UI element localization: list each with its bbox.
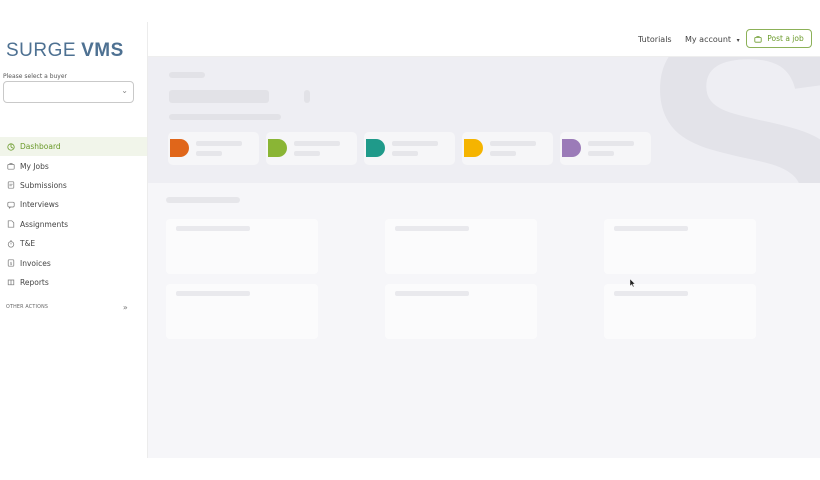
skeleton-stat-label bbox=[490, 151, 516, 156]
skeleton-widget-title bbox=[614, 226, 688, 231]
widget-card bbox=[385, 219, 537, 274]
briefcase-icon bbox=[754, 35, 762, 43]
widget-card bbox=[385, 284, 537, 339]
document-icon bbox=[7, 181, 15, 190]
my-account-label: My account bbox=[685, 35, 732, 44]
sidebar-item-label: Dashboard bbox=[20, 142, 61, 152]
sidebar-item-assignments[interactable]: Assignments bbox=[0, 215, 147, 234]
skeleton-stat-value bbox=[392, 141, 438, 146]
skeleton-stat-value bbox=[588, 141, 634, 146]
stat-card[interactable] bbox=[560, 132, 651, 165]
buyer-select-label: Please select a buyer bbox=[3, 73, 68, 80]
briefcase-icon bbox=[7, 162, 15, 170]
skeleton-greeting-line bbox=[169, 72, 205, 78]
chat-icon bbox=[7, 201, 15, 209]
skeleton-title-block bbox=[169, 90, 269, 103]
skeleton-stat-value bbox=[490, 141, 536, 146]
stat-card-color-tab bbox=[562, 139, 581, 157]
svg-text:$: $ bbox=[10, 261, 13, 267]
chevron-down-icon: ⌄ bbox=[121, 86, 128, 95]
widget-card bbox=[604, 219, 756, 274]
sidebar-item-interviews[interactable]: Interviews bbox=[0, 195, 147, 214]
sidebar-item-label: Interviews bbox=[20, 200, 59, 210]
sidebar-item-reports[interactable]: Reports bbox=[0, 273, 147, 292]
skeleton-widget-title bbox=[614, 291, 688, 296]
sidebar-item-label: Submissions bbox=[20, 180, 67, 190]
top-bar: Tutorials My account ▾ Post a job bbox=[148, 22, 820, 57]
dashboard-icon bbox=[7, 143, 15, 151]
my-account-menu[interactable]: My account ▾ bbox=[685, 35, 740, 44]
skeleton-section-heading bbox=[166, 197, 240, 203]
widget-card bbox=[166, 219, 318, 274]
stat-card[interactable] bbox=[168, 132, 259, 165]
post-job-label: Post a job bbox=[767, 34, 804, 43]
sidebar-item-label: Invoices bbox=[20, 258, 51, 268]
stat-card-color-tab bbox=[366, 139, 385, 157]
sidebar-nav: Dashboard My Jobs Submissions Interviews… bbox=[0, 137, 147, 292]
skeleton-subtitle-line bbox=[169, 114, 281, 120]
widget-card bbox=[604, 284, 756, 339]
skeleton-stat-label bbox=[196, 151, 222, 156]
brand-watermark: S bbox=[640, 57, 820, 183]
sidebar-item-label: Reports bbox=[20, 277, 49, 287]
post-job-button[interactable]: Post a job bbox=[746, 29, 812, 48]
other-actions-toggle[interactable]: OTHER ACTIONS » bbox=[6, 303, 128, 312]
stat-card-color-tab bbox=[170, 139, 189, 157]
report-icon bbox=[7, 278, 15, 286]
sidebar-item-invoices[interactable]: $ Invoices bbox=[0, 253, 147, 272]
stat-card[interactable] bbox=[266, 132, 357, 165]
sidebar-item-label: My Jobs bbox=[20, 161, 49, 171]
stopwatch-icon bbox=[7, 240, 15, 248]
sidebar-item-dashboard[interactable]: Dashboard bbox=[0, 137, 147, 157]
dashboard-widgets bbox=[148, 183, 820, 458]
sidebar: SURGE VMS Please select a buyer ⌄ Dashboa… bbox=[0, 22, 148, 458]
sidebar-item-t-and-e[interactable]: T&E bbox=[0, 234, 147, 253]
mouse-cursor-icon bbox=[630, 279, 636, 287]
sidebar-item-label: Assignments bbox=[20, 219, 69, 229]
widget-card bbox=[166, 284, 318, 339]
stat-card[interactable] bbox=[462, 132, 553, 165]
caret-down-icon: ▾ bbox=[736, 37, 740, 44]
stat-card-color-tab bbox=[268, 139, 287, 157]
skeleton-widget-title bbox=[176, 291, 250, 296]
other-actions-label: OTHER ACTIONS bbox=[6, 305, 49, 310]
skeleton-stat-value bbox=[294, 141, 340, 146]
tutorials-link[interactable]: Tutorials bbox=[638, 35, 672, 44]
logo-text-light: SURGE bbox=[6, 40, 77, 61]
surge-vms-logo[interactable]: SURGE VMS bbox=[6, 40, 124, 62]
logo-text-bold: VMS bbox=[81, 40, 124, 61]
sidebar-item-submissions[interactable]: Submissions bbox=[0, 176, 147, 195]
buyer-select[interactable]: ⌄ bbox=[3, 81, 134, 103]
skeleton-title-tail bbox=[304, 90, 310, 103]
invoice-icon: $ bbox=[7, 259, 15, 267]
stat-card-color-tab bbox=[464, 139, 483, 157]
assignment-icon bbox=[7, 220, 15, 228]
stat-card[interactable] bbox=[364, 132, 455, 165]
skeleton-widget-title bbox=[395, 291, 469, 296]
skeleton-stat-label bbox=[588, 151, 614, 156]
double-chevron-down-icon: » bbox=[122, 303, 128, 312]
dashboard-hero: S bbox=[148, 57, 820, 183]
sidebar-item-label: T&E bbox=[20, 239, 36, 249]
skeleton-stat-label bbox=[294, 151, 320, 156]
skeleton-stat-label bbox=[392, 151, 418, 156]
skeleton-widget-title bbox=[395, 226, 469, 231]
skeleton-stat-value bbox=[196, 141, 242, 146]
skeleton-widget-title bbox=[176, 226, 250, 231]
sidebar-item-my-jobs[interactable]: My Jobs bbox=[0, 156, 147, 175]
